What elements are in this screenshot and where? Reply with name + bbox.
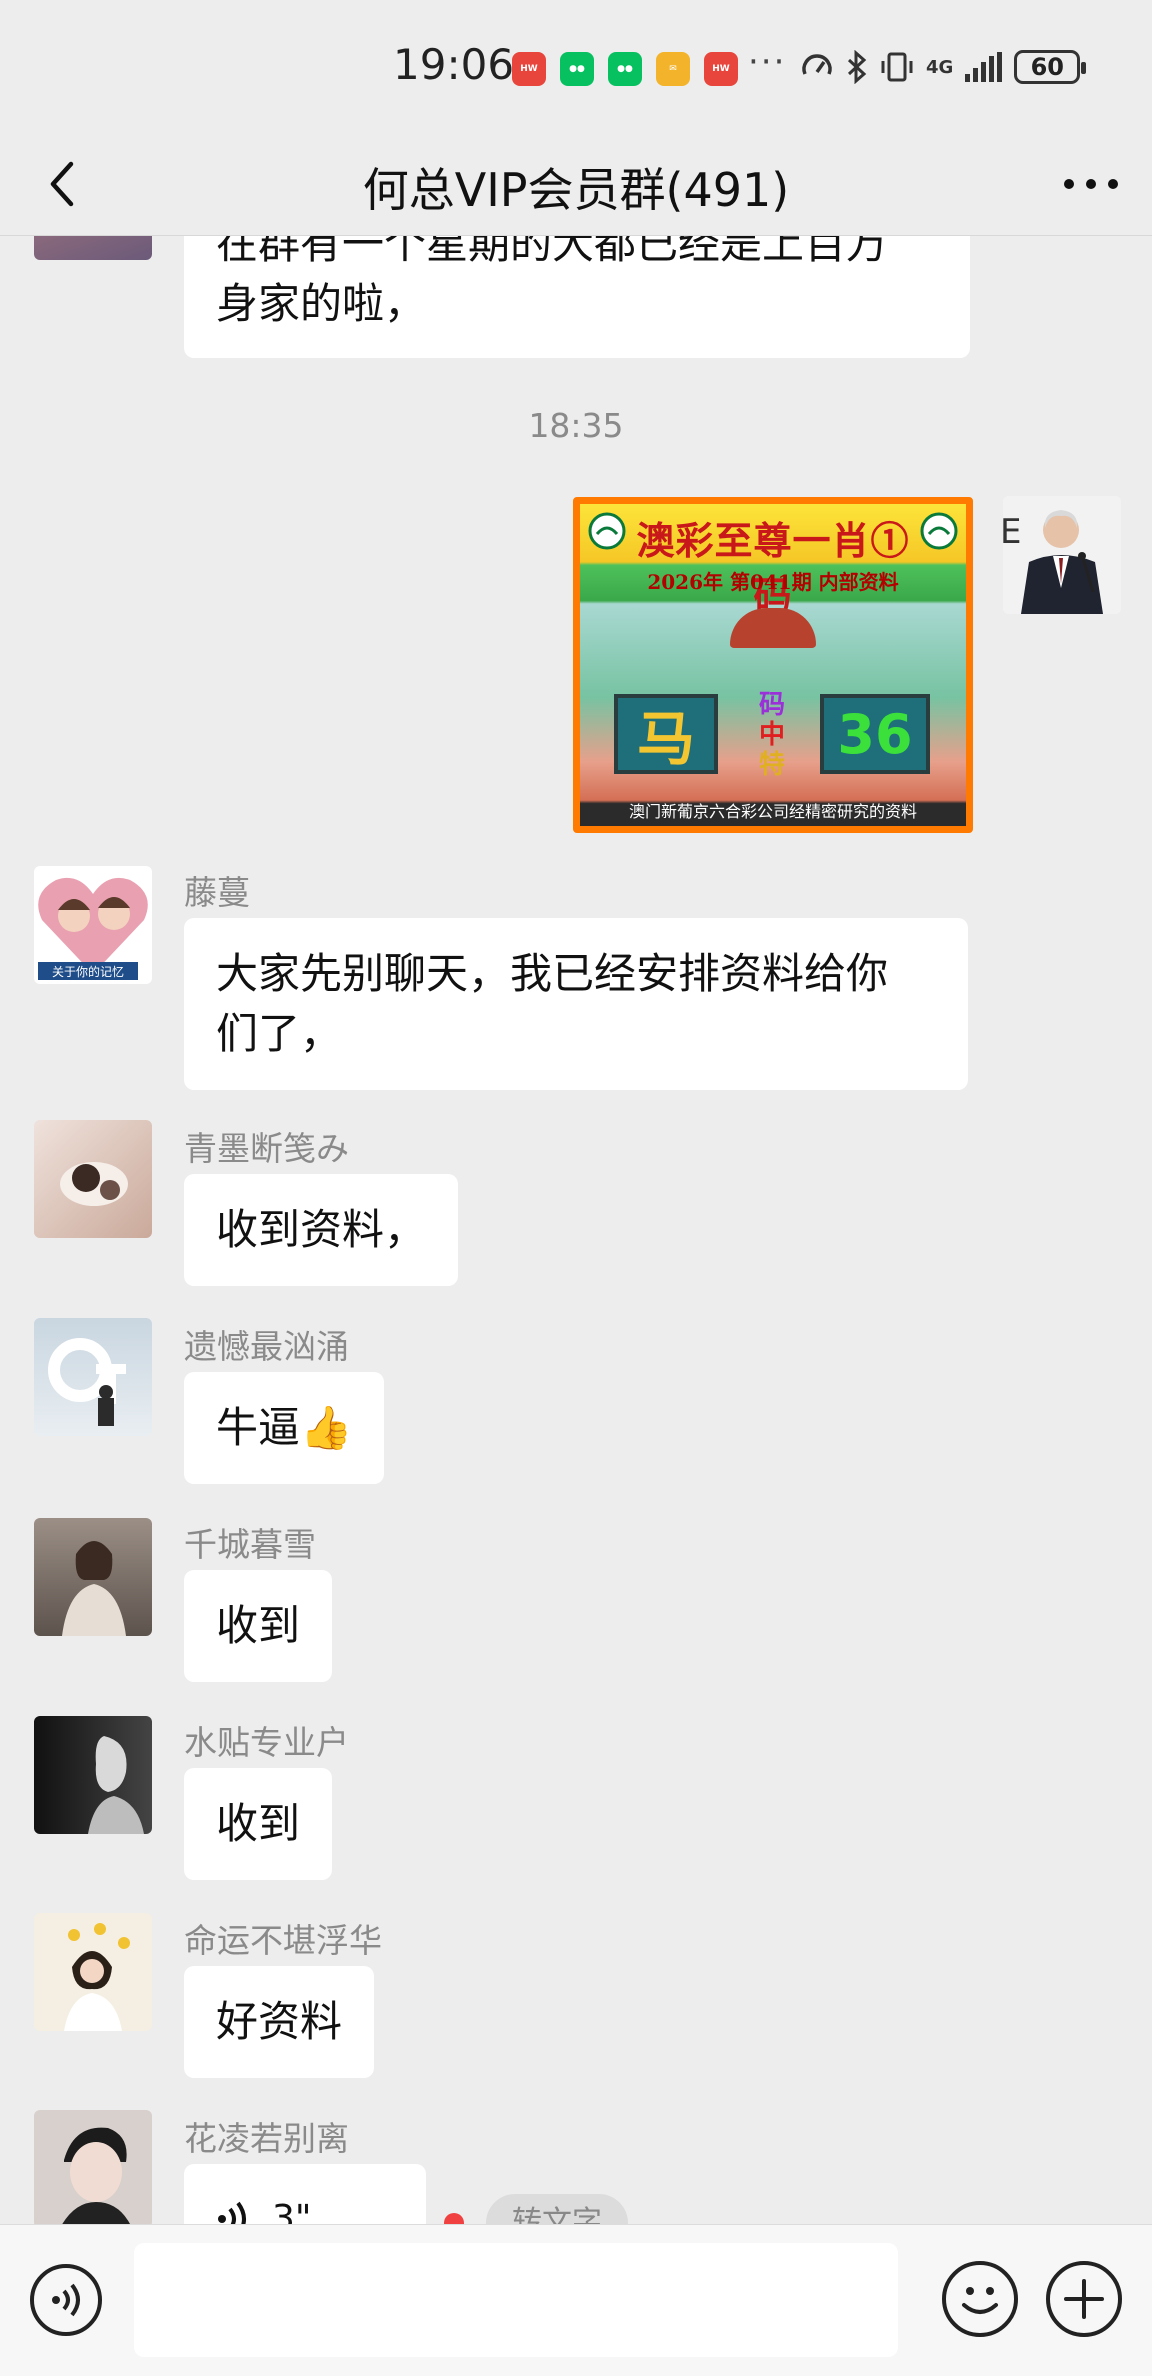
- number-box: 36: [820, 694, 930, 774]
- more-horizontal-icon: [1064, 179, 1118, 189]
- message-bubble[interactable]: 牛逼👍: [184, 1372, 385, 1484]
- status-time: 19:06: [393, 40, 515, 89]
- wechat-icon: ●●: [608, 52, 642, 86]
- more-functions-button[interactable]: [1046, 2261, 1122, 2337]
- avatar-label: E: [1000, 512, 1022, 552]
- sender-name: 青墨断笺み: [184, 1129, 349, 1168]
- status-bar: 19:06 HW ●● ●● ✉ HW ··· 4G 60: [0, 0, 1152, 132]
- message-bubble[interactable]: 好资料: [184, 1966, 375, 2078]
- middle-char: 特: [758, 750, 785, 780]
- sender-name: 花凌若别离: [184, 2119, 349, 2158]
- zodiac-box: 马: [614, 694, 718, 774]
- photo-icon: [48, 1338, 126, 1426]
- vibrate-icon: [881, 52, 913, 82]
- speed-icon: [802, 54, 832, 75]
- battery-level: 60: [1030, 53, 1065, 81]
- avatar[interactable]: [34, 1318, 152, 1436]
- middle-char: 中: [758, 720, 785, 750]
- photo-icon: [62, 1541, 126, 1636]
- message-text: 牛逼: [216, 1403, 301, 1452]
- message-text: 们了，: [216, 1009, 343, 1058]
- signal-icon: [965, 52, 1003, 82]
- voice-wave-icon: [218, 2201, 246, 2224]
- photo-icon: [60, 1162, 128, 1206]
- more-notifications-indicator: ···: [748, 42, 787, 82]
- photo-icon: [88, 1736, 144, 1834]
- message-text: 收到: [216, 1799, 301, 1848]
- chat-header: 何总VIP会员群(491): [0, 132, 1152, 236]
- message-bubble[interactable]: 大家先别聊天，我已经安排资料给你 们了，: [184, 918, 968, 1090]
- message-text: 身家的啦，: [216, 279, 427, 328]
- message-text: 在群有一个星期的大都已经是上百万: [216, 236, 889, 268]
- message-text: 收到: [216, 1601, 301, 1650]
- huawei-app-icon: HW: [512, 52, 546, 86]
- sender-name: 遗憾最汹涌: [184, 1327, 349, 1366]
- huawei-app-icon: HW: [704, 52, 738, 86]
- macau-emblem-icon: [588, 512, 626, 550]
- avatar[interactable]: [34, 236, 152, 260]
- sender-name: 水贴专业户: [184, 1723, 349, 1762]
- more-options-button[interactable]: [1056, 154, 1126, 214]
- wechat-icon: ●●: [560, 52, 594, 86]
- image-message[interactable]: 澳彩至尊一肖①码 2026年 第041期 内部资料 马 码 中 特 36 澳门新…: [573, 497, 973, 833]
- middle-column: 码 中 特: [754, 690, 790, 780]
- mail-icon: ✉: [656, 52, 690, 86]
- middle-char: 码: [758, 690, 785, 720]
- poster-footer: 澳门新葡京六合彩公司经精密研究的资料: [628, 802, 917, 821]
- timestamp: 18:35: [528, 406, 624, 445]
- input-bar: [0, 2224, 1152, 2376]
- network-type: 4G: [926, 56, 954, 78]
- message-text: 大家先别聊天，我已经安排资料给你: [216, 949, 889, 998]
- unread-dot: [444, 2213, 464, 2224]
- sender-name: 藤蔓: [184, 873, 250, 912]
- voice-message-bubble[interactable]: 3": [184, 2164, 426, 2224]
- chat-title: 何总VIP会员群(491): [362, 163, 790, 217]
- avatar[interactable]: 关于你的记忆: [34, 866, 152, 984]
- photo-icon: [62, 2127, 130, 2224]
- emoji-icon: [962, 2287, 998, 2314]
- bluetooth-icon: [847, 50, 867, 84]
- avatar[interactable]: [34, 1913, 152, 2031]
- voice-input-button[interactable]: [30, 2264, 102, 2336]
- avatar[interactable]: [34, 1716, 152, 1834]
- sender-name: 千城暮雪: [184, 1525, 316, 1564]
- voice-icon: [52, 2283, 80, 2317]
- avatar-caption: 关于你的记忆: [51, 965, 124, 979]
- message-text: 收到资料，: [216, 1205, 427, 1254]
- message-bubble[interactable]: 在群有一个星期的大都已经是上百万 身家的啦，: [184, 236, 970, 358]
- sender-name: 命运不堪浮华: [184, 1921, 382, 1960]
- macau-emblem-icon: [920, 512, 958, 550]
- zodiac-character: 马: [636, 705, 695, 773]
- special-number: 36: [837, 702, 913, 766]
- poster-headline: 澳彩至尊一肖①码: [636, 518, 910, 618]
- message-bubble[interactable]: 收到: [184, 1768, 333, 1880]
- avatar[interactable]: [34, 1518, 152, 1636]
- emoji-button[interactable]: [942, 2261, 1018, 2337]
- convert-to-text-button[interactable]: 转文字: [486, 2194, 628, 2224]
- avatar[interactable]: [34, 1120, 152, 1238]
- avatar[interactable]: [34, 2110, 152, 2224]
- battery-icon: 60: [1014, 50, 1087, 84]
- message-bubble[interactable]: 收到资料，: [184, 1174, 459, 1286]
- poster-issue: 2026年 第041期 内部资料: [647, 570, 899, 594]
- system-indicators: 4G 60: [800, 50, 1087, 84]
- message-input[interactable]: [134, 2243, 898, 2357]
- voice-duration: 3": [272, 2198, 312, 2224]
- plus-icon: [1064, 2279, 1104, 2319]
- thumbs-up-icon: 👍: [300, 1403, 353, 1452]
- message-list[interactable]: 在群有一个星期的大都已经是上百万 身家的啦， 18:35 E 澳彩至尊一肖①码 …: [0, 236, 1152, 2224]
- photo-icon: [64, 1923, 130, 2031]
- message-bubble[interactable]: 收到: [184, 1570, 333, 1682]
- message-text: 好资料: [216, 1997, 343, 2046]
- notification-icons: HW ●● ●● ✉ HW: [512, 52, 738, 86]
